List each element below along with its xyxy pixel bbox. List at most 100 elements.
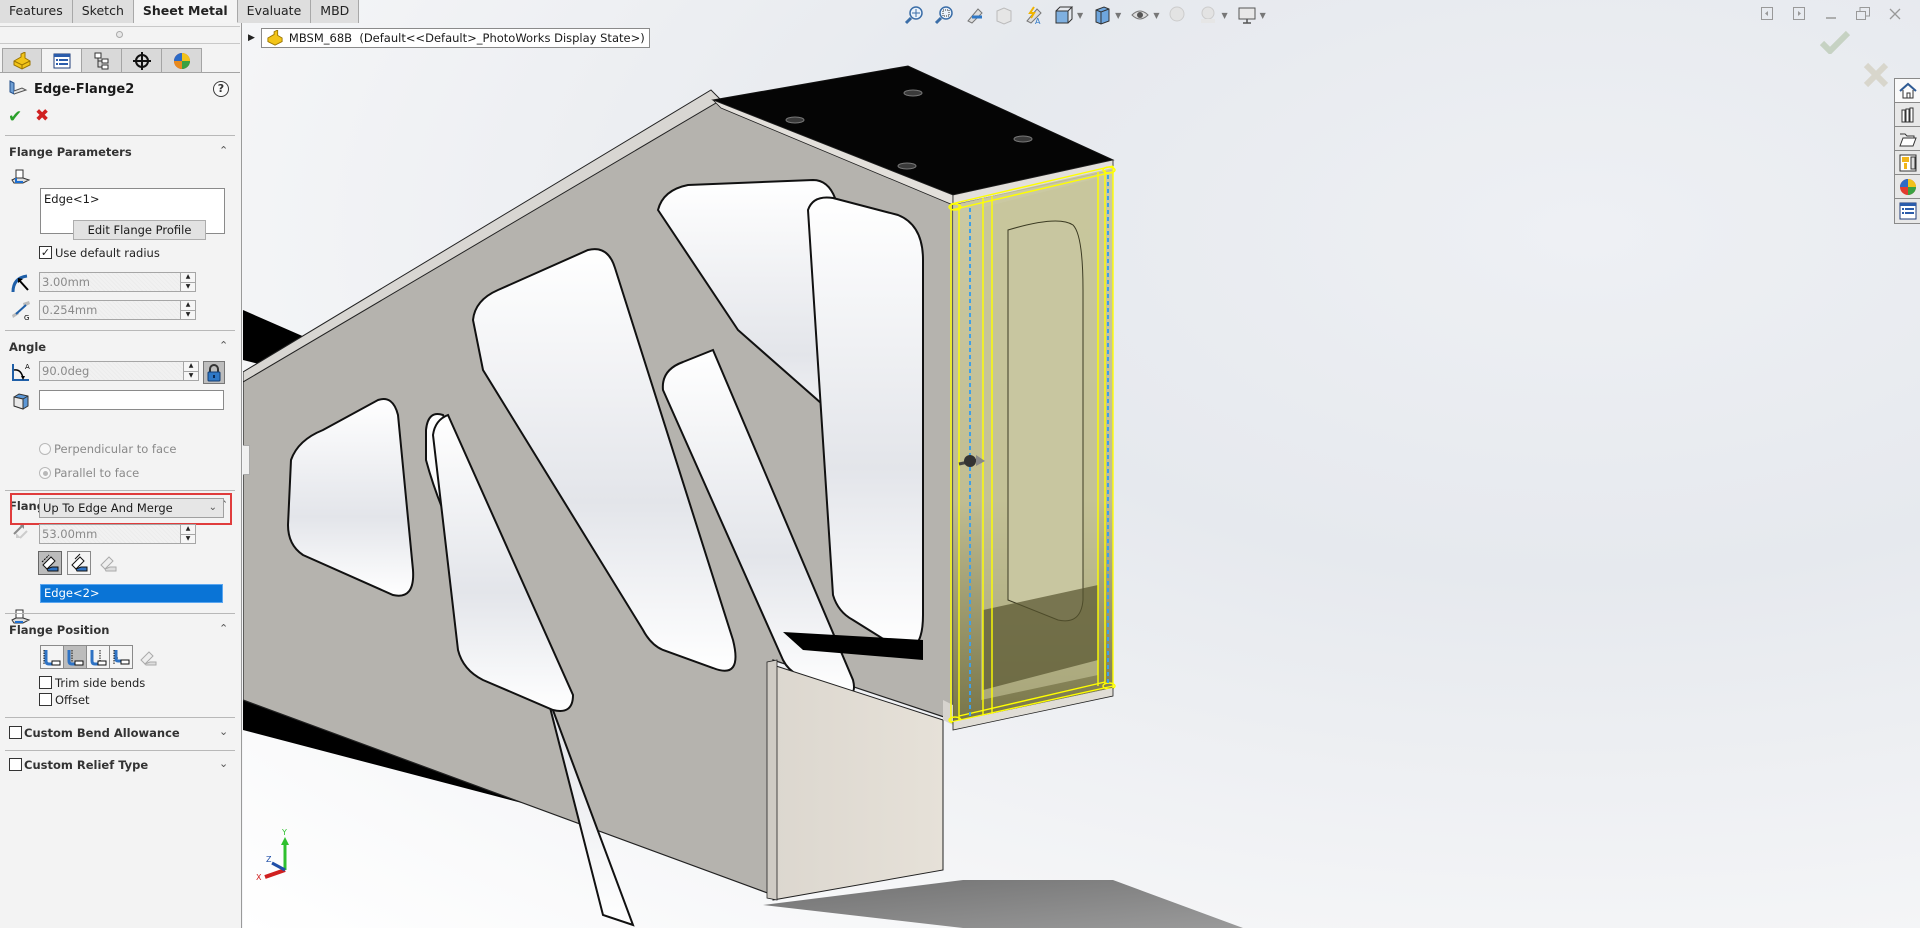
flange-length-field[interactable]: 53.00mm ▲ ▼ — [39, 524, 196, 544]
chevron-down-icon: ⌄ — [208, 502, 217, 513]
panel-collapse-handle[interactable] — [243, 445, 250, 475]
part-breadcrumb[interactable]: MBSM_68B (Default<<Default>_PhotoWorks D… — [260, 28, 650, 48]
file-explorer-tab[interactable] — [1895, 127, 1920, 151]
gap-distance-spinner[interactable]: ▲ ▼ — [180, 301, 195, 319]
feature-title: Edge-Flange2 — [34, 81, 135, 97]
collapse-chevron-icon[interactable]: ⌃ — [219, 144, 228, 157]
lock-angle-button[interactable] — [203, 361, 225, 384]
selected-edge-item[interactable]: Edge<1> — [44, 192, 100, 206]
custom-properties-tab[interactable] — [1895, 199, 1920, 223]
view-palette-tab[interactable] — [1895, 151, 1920, 175]
section-view-icon[interactable] — [993, 4, 1015, 26]
solidworks-resources-tab[interactable] — [1895, 79, 1920, 103]
reverse-direction-icon[interactable] — [10, 520, 32, 542]
checkmark-icon — [1819, 30, 1851, 56]
heads-up-view-toolbar: A ▼ ▼ ▼ ▼ ▼ — [903, 4, 1266, 26]
edit-appearance-icon[interactable] — [1167, 4, 1189, 26]
material-outside-button[interactable] — [63, 645, 87, 669]
flange-length-spinner[interactable]: ▲ ▼ — [180, 525, 195, 543]
panel-resize-grip[interactable] — [116, 31, 123, 38]
edge-flange-preview[interactable] — [948, 165, 1116, 731]
confirmation-corner-ok[interactable] — [1819, 30, 1851, 57]
outer-virtual-sharp-button[interactable] — [38, 551, 62, 575]
reference-face-icon — [10, 390, 32, 412]
expand-arrow-icon[interactable]: ▶ — [248, 33, 255, 43]
reference-face-field[interactable] — [39, 390, 224, 410]
bend-outside-button[interactable] — [86, 645, 110, 669]
offset-checkbox[interactable] — [39, 693, 52, 706]
restore-icon[interactable] — [1855, 6, 1870, 21]
divider — [0, 43, 240, 44]
tab-sketch[interactable]: Sketch — [72, 0, 134, 23]
bend-from-virtual-sharp-button[interactable] — [109, 645, 133, 669]
edge-selection-icon — [10, 166, 32, 188]
tab-sheet-metal[interactable]: Sheet Metal — [133, 0, 238, 23]
help-button[interactable]: ? — [213, 81, 229, 97]
flange-angle-icon: A — [10, 361, 32, 383]
tab-property-manager[interactable] — [42, 48, 82, 73]
home-icon — [1898, 82, 1917, 98]
tab-evaluate[interactable]: Evaluate — [237, 0, 312, 23]
tab-features[interactable]: Features — [0, 0, 73, 23]
material-inside-button[interactable] — [40, 645, 64, 669]
dropdown-arrow-icon[interactable]: ▼ — [1221, 11, 1227, 20]
lock-icon — [207, 363, 221, 381]
bend-radius-field[interactable]: 3.00mm ▲ ▼ — [39, 272, 196, 292]
zoom-to-area-icon[interactable] — [933, 4, 955, 26]
tile-right-icon[interactable] — [1791, 6, 1806, 21]
folder-icon — [1898, 133, 1917, 146]
inner-virtual-sharp-button[interactable] — [67, 551, 91, 575]
dropdown-arrow-icon[interactable]: ▼ — [1260, 11, 1266, 20]
dropdown-arrow-icon[interactable]: ▼ — [1115, 11, 1121, 20]
apply-scene-icon[interactable] — [1197, 4, 1219, 26]
trim-side-bends-checkbox[interactable] — [39, 676, 52, 689]
flange-angle-spinner[interactable]: ▲ ▼ — [183, 362, 198, 380]
view-orientation-icon[interactable] — [1053, 4, 1075, 26]
custom-relief-type-checkbox[interactable] — [9, 758, 22, 771]
end-condition-dropdown[interactable]: Up To Edge And Merge ⌄ — [39, 498, 224, 518]
solidworks-window: Features Sketch Sheet Metal Evaluate MBD — [0, 0, 1920, 928]
graphics-area[interactable]: ▶ MBSM_68B (Default<<Default>_PhotoWorks… — [243, 0, 1920, 928]
sheet-metal-model[interactable] — [243, 0, 1920, 928]
expand-chevron-icon[interactable]: ⌄ — [219, 757, 228, 770]
display-style-icon[interactable] — [1091, 4, 1113, 26]
bend-radius-spinner[interactable]: ▲ ▼ — [180, 273, 195, 291]
flange-angle-field[interactable]: 90.0deg ▲ ▼ — [39, 361, 199, 381]
hide-show-items-icon[interactable] — [1129, 4, 1151, 26]
dropdown-arrow-icon[interactable]: ▼ — [1153, 11, 1159, 20]
ok-button[interactable]: ✔ — [8, 107, 22, 127]
tab-display-manager[interactable] — [162, 48, 202, 73]
previous-view-icon[interactable] — [963, 4, 985, 26]
tangent-to-bend-button[interactable] — [136, 645, 160, 669]
expand-chevron-icon[interactable]: ⌄ — [219, 725, 228, 738]
custom-bend-allowance-checkbox[interactable] — [9, 726, 22, 739]
up-to-edge-selection-box[interactable]: Edge<2> — [40, 584, 223, 603]
edit-flange-profile-button[interactable]: Edit Flange Profile — [73, 220, 206, 240]
collapse-chevron-icon[interactable]: ⌃ — [219, 339, 228, 352]
tangent-bend-button[interactable] — [96, 551, 120, 575]
perpendicular-to-face-label: Perpendicular to face — [54, 442, 177, 456]
design-library-tab[interactable] — [1895, 103, 1920, 127]
parallel-to-face-radio[interactable] — [39, 467, 51, 479]
dropdown-arrow-icon[interactable]: ▼ — [1077, 11, 1083, 20]
material-outside-icon — [67, 650, 84, 666]
use-default-radius-checkbox[interactable]: ✓ — [39, 246, 52, 259]
gap-distance-field[interactable]: 0.254mm ▲ ▼ — [39, 300, 196, 320]
collapse-chevron-icon[interactable]: ⌃ — [219, 622, 228, 635]
tab-configuration-manager[interactable] — [82, 48, 122, 73]
close-icon[interactable] — [1887, 6, 1902, 21]
appearances-tab[interactable] — [1895, 175, 1920, 199]
bend-radius-value: 3.00mm — [42, 275, 91, 289]
confirmation-corner-cancel[interactable] — [1863, 62, 1889, 91]
tab-dimxpert-manager[interactable] — [122, 48, 162, 73]
dynamic-annotation-views-icon[interactable]: A — [1023, 4, 1045, 26]
tab-feature-manager[interactable] — [2, 48, 42, 73]
view-settings-icon[interactable] — [1236, 4, 1258, 26]
perpendicular-to-face-radio[interactable] — [39, 443, 51, 455]
tab-mbd[interactable]: MBD — [311, 0, 360, 23]
zoom-to-fit-icon[interactable] — [903, 4, 925, 26]
minimize-icon[interactable] — [1823, 6, 1838, 21]
divider — [0, 72, 240, 73]
tile-left-icon[interactable] — [1759, 6, 1774, 21]
cancel-button[interactable]: ✖ — [35, 106, 49, 126]
